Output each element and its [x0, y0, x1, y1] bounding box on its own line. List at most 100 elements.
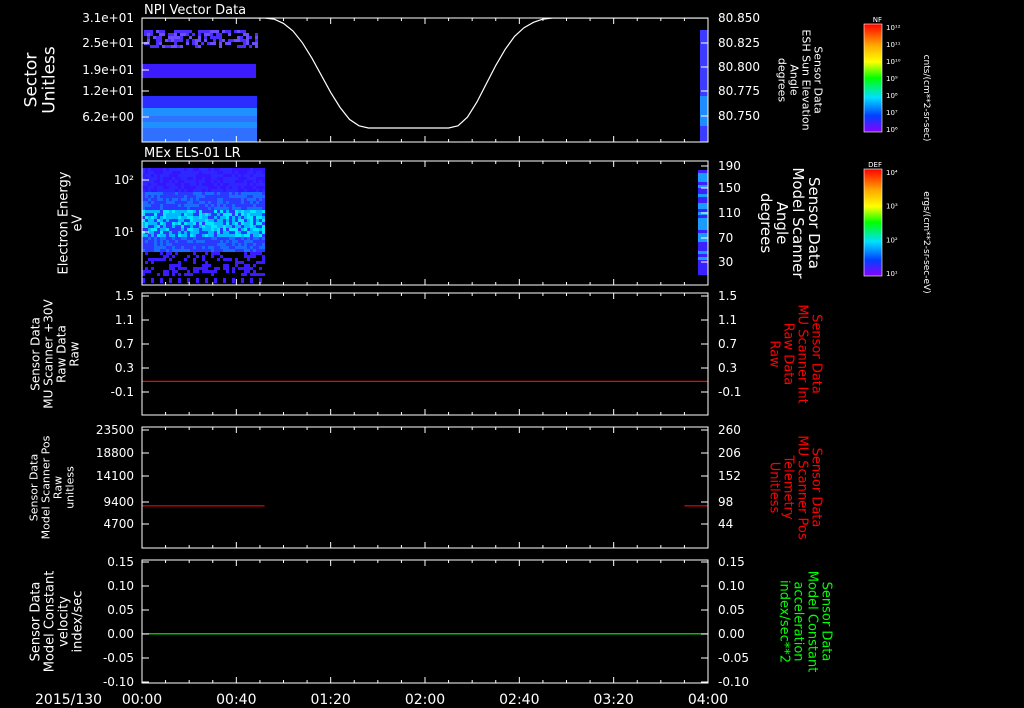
spectrogram-cell: [250, 231, 253, 234]
spectrogram-cell: [166, 186, 169, 189]
spectrogram-cell: [175, 240, 178, 243]
spectrogram-cell: [181, 267, 184, 270]
spectrogram-cell: [166, 240, 169, 243]
spectrogram-cell: [208, 243, 211, 246]
spectrogram-cell: [193, 189, 196, 192]
spectrogram-cell: [178, 177, 181, 180]
spectrogram-cell: [205, 216, 208, 219]
spectrogram-cell: [229, 183, 232, 186]
spectrogram-cell: [160, 228, 163, 231]
spectrogram-cell: [163, 171, 166, 174]
spectrogram-cell: [250, 168, 253, 171]
spectrogram-cell: [238, 174, 241, 177]
spectrogram-cell: [165, 39, 168, 42]
spectrogram-cell: [240, 39, 243, 42]
spectrogram-cell: [154, 216, 157, 219]
spectrogram-cell: [193, 258, 196, 261]
spectrogram-cell: [232, 246, 235, 249]
spectrogram-cell: [241, 222, 244, 225]
spectrogram-cell: [181, 246, 184, 249]
spectrogram-cell: [160, 278, 163, 283]
spectrogram-cell: [698, 266, 708, 269]
spectrogram-cell: [163, 234, 166, 237]
spectrogram-cell: [698, 227, 708, 230]
y-axis-label-right-line: Unitless: [767, 462, 782, 514]
spectrogram-cell: [262, 180, 265, 183]
spectrogram-cell: [244, 225, 247, 228]
spectrogram-cell: [175, 183, 178, 186]
y-axis-label-right-line: MU Scanner Pos: [795, 435, 810, 540]
spectrogram-cell: [193, 210, 196, 213]
spectrogram-cell: [192, 33, 195, 36]
y-axis-label-line: Electron Energy: [56, 171, 71, 274]
spectrogram-cell: [163, 192, 166, 195]
spectrogram-cell: [199, 180, 202, 183]
spectrogram-cell: [204, 36, 207, 39]
spectrogram-cell: [232, 216, 235, 219]
spectrogram-cell: [166, 219, 169, 222]
spectrogram-cell: [202, 174, 205, 177]
spectrogram-cell: [217, 240, 220, 243]
spectrogram-cell: [238, 240, 241, 243]
spectrogram-cell: [217, 222, 220, 225]
spectrogram-cell: [238, 186, 241, 189]
spectrogram-cell: [229, 213, 232, 216]
spectrogram-cell: [217, 231, 220, 234]
spectrogram-cell: [220, 237, 223, 240]
spectrogram-cell: [196, 240, 199, 243]
spectrogram-cell: [172, 189, 175, 192]
spectrogram-cell: [214, 201, 217, 204]
spectrogram-cell: [229, 204, 232, 207]
spectrogram-cell: [181, 249, 184, 252]
spectrogram-cell: [160, 222, 163, 225]
spectrogram-cell: [214, 210, 217, 213]
spectrogram-cell: [202, 186, 205, 189]
spectrogram-cell: [187, 249, 190, 252]
y-tick-label-right: -0.10: [718, 675, 749, 689]
spectrogram-cell: [226, 198, 229, 201]
spectrogram-cell: [205, 183, 208, 186]
spectrogram-cell: [151, 231, 154, 234]
spectrogram-cell: [238, 180, 241, 183]
spectrogram-cell: [244, 243, 247, 246]
spectrogram-cell: [235, 192, 238, 195]
spectrogram-cell: [190, 207, 193, 210]
spectrogram-cell: [187, 189, 190, 192]
spectrogram-cell: [157, 198, 160, 201]
spectrogram-cell: [255, 42, 258, 45]
spectrogram-cell: [217, 252, 220, 255]
spectrogram-cell: [247, 210, 250, 213]
spectrogram-cell: [148, 270, 151, 273]
spectrogram-cell: [205, 225, 208, 228]
spectrogram-cell: [148, 213, 151, 216]
panel-title: NPI Vector Data: [144, 3, 246, 18]
spectrogram-cell: [247, 258, 250, 261]
spectrogram-cell: [166, 243, 169, 246]
spectrogram-cell: [190, 174, 193, 177]
spectrogram-cell: [217, 198, 220, 201]
spectrogram-cell: [247, 213, 250, 216]
spectrogram-cell: [187, 234, 190, 237]
spectrogram-cell: [262, 249, 265, 252]
spectrogram-cell: [241, 240, 244, 243]
spectrogram-cell: [205, 249, 208, 252]
spectrogram-cell: [151, 222, 154, 225]
spectrogram-cell: [175, 243, 178, 246]
spectrogram-cell: [196, 183, 199, 186]
spectrogram-cell: [223, 278, 226, 283]
spectrogram-cell: [226, 267, 229, 270]
spectrogram-cell: [226, 231, 229, 234]
spectrogram-cell: [229, 234, 232, 237]
spectrogram-cell: [262, 228, 265, 231]
spectrogram-cell: [196, 186, 199, 189]
spectrogram-cell: [184, 216, 187, 219]
spectrogram-cell: [172, 168, 175, 171]
spectrogram-cell: [211, 228, 214, 231]
spectrogram-cell: [148, 240, 151, 243]
spectrogram-cell: [211, 174, 214, 177]
spectrogram-cell: [160, 219, 163, 222]
spectrogram-cell: [145, 189, 148, 192]
spectrogram-cell: [157, 183, 160, 186]
spectrogram-cell: [223, 207, 226, 210]
spectrogram-cell: [175, 186, 178, 189]
